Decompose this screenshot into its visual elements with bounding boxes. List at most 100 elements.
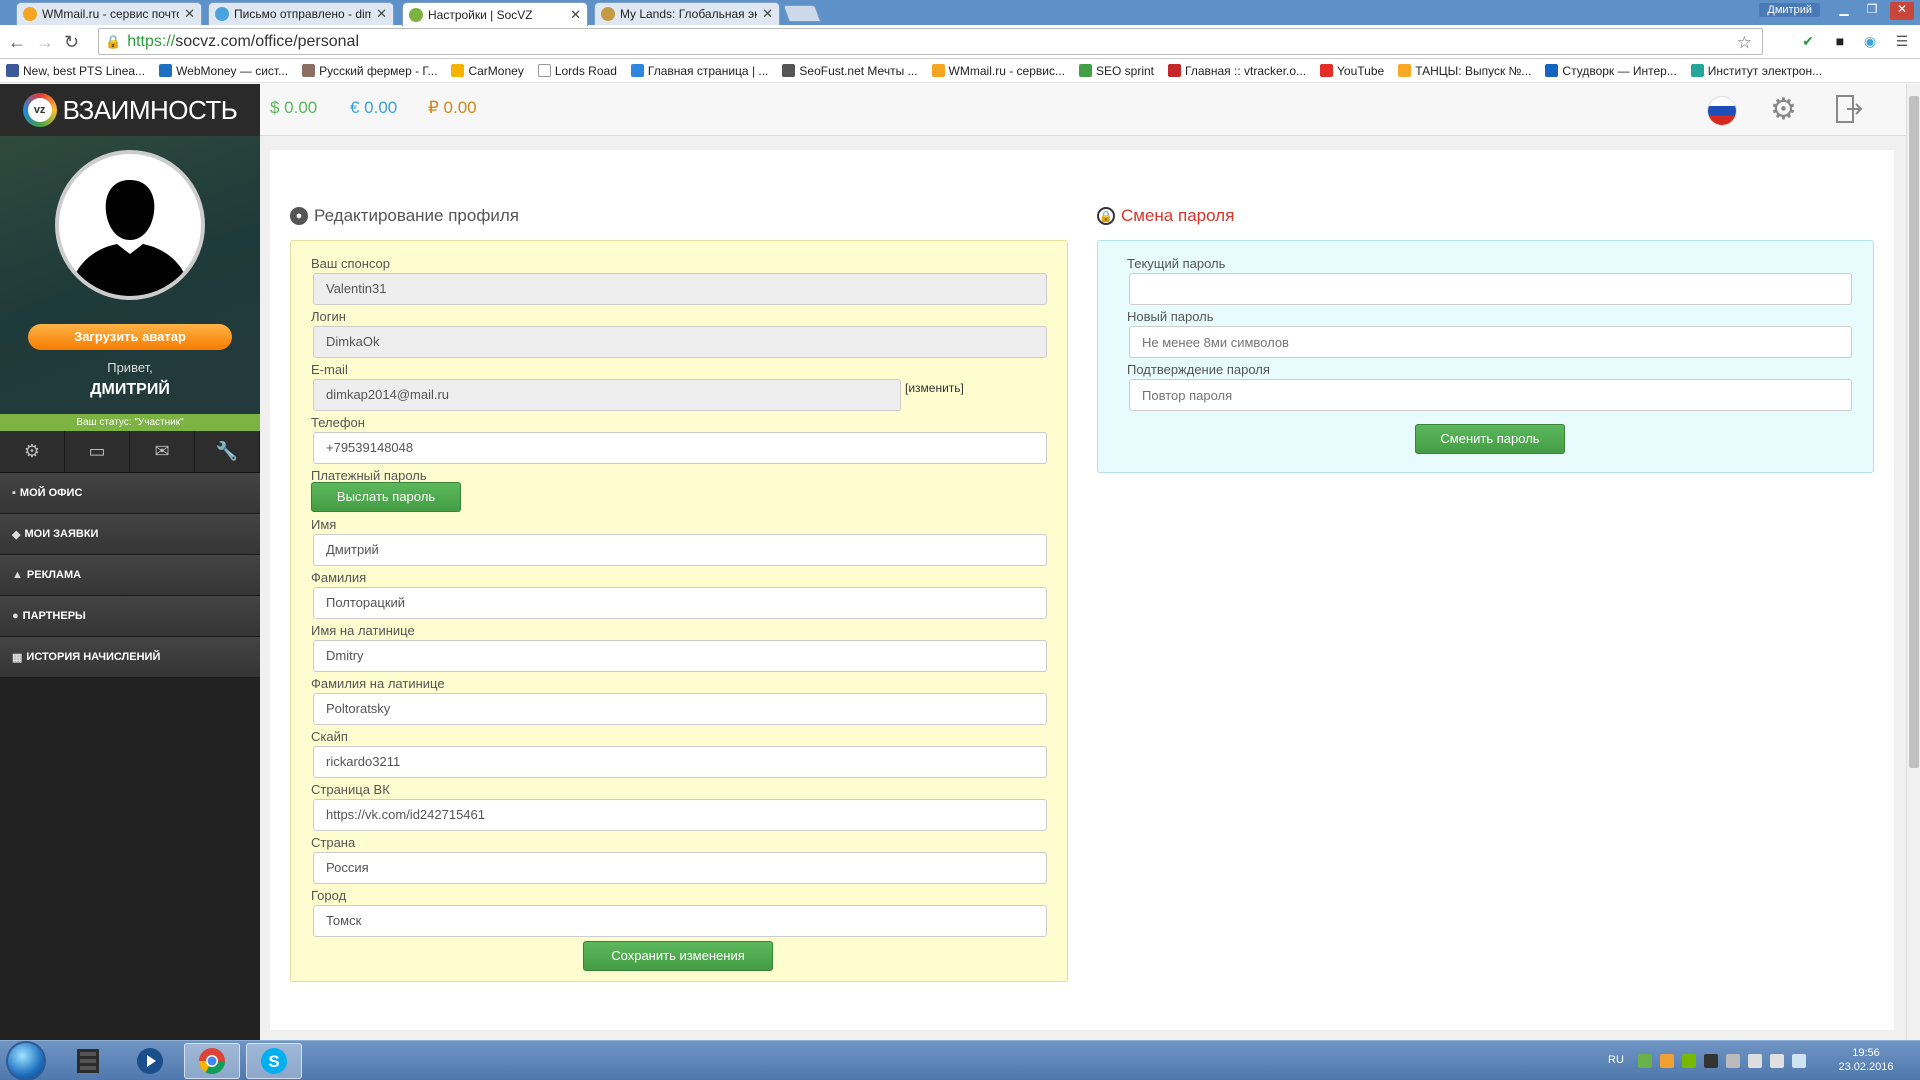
sidebar-item-ads[interactable]: ▲ РЕКЛАМА — [0, 555, 260, 596]
windows-start-icon[interactable] — [8, 1043, 44, 1079]
tray-nvidia-icon[interactable] — [1682, 1054, 1696, 1068]
taskbar-app-files[interactable] — [60, 1043, 116, 1079]
new-tab-button[interactable] — [782, 5, 822, 22]
surname-field[interactable]: Полторацкий — [313, 587, 1047, 619]
browser-tab-socvz[interactable]: Настройки | SocVZ ✕ — [402, 2, 588, 26]
bookmark-favicon-icon — [1078, 64, 1092, 77]
logout-icon[interactable] — [1835, 94, 1863, 124]
password-title-text: Смена пароля — [1121, 206, 1235, 225]
bookmark-item[interactable]: Студворк — Интер... — [1545, 63, 1677, 78]
tray-signal-icon[interactable] — [1792, 1054, 1806, 1068]
name-latin-field[interactable]: Dmitry — [313, 640, 1047, 672]
language-indicator[interactable]: RU — [1608, 1054, 1624, 1066]
bookmark-label: Институт электрон... — [1707, 63, 1823, 78]
payment-password-label: Платежный пароль — [311, 468, 427, 483]
site-logo[interactable]: vz ВЗАИМНОСТЬ — [0, 84, 260, 136]
country-field[interactable]: Россия — [313, 852, 1047, 884]
skype-field[interactable]: rickardo3211 — [313, 746, 1047, 778]
bookmark-item[interactable]: Русский фермер - Г... — [302, 64, 437, 78]
bookmark-favicon-icon — [537, 64, 551, 77]
wrench-icon[interactable]: 🔧 — [195, 431, 260, 472]
phone-field[interactable]: +79539148048 — [313, 432, 1047, 464]
browser-tab-mail-sent[interactable]: Письмо отправлено - dim ✕ — [208, 2, 394, 25]
bookmark-item[interactable]: Lords Road — [537, 64, 617, 78]
close-tab-icon[interactable]: ✕ — [376, 6, 387, 22]
browser-toolbar: ← → ↻ 🔒 https:// socvz.com/office/person… — [0, 25, 1920, 59]
settings-gear-icon[interactable]: ⚙ — [1770, 92, 1797, 127]
tray-display-icon[interactable] — [1770, 1054, 1784, 1068]
bookmark-item[interactable]: Главная страница | ... — [630, 64, 768, 78]
surname-latin-field[interactable]: Poltoratsky — [313, 693, 1047, 725]
card-icon[interactable]: ▭ — [65, 431, 130, 472]
close-tab-icon[interactable]: ✕ — [570, 7, 581, 23]
upload-avatar-button[interactable]: Загрузить аватар — [28, 324, 232, 350]
sidebar-item-partners[interactable]: ● ПАРТНЕРЫ — [0, 596, 260, 637]
extension-box-icon[interactable]: ■ — [1830, 33, 1850, 53]
bookmark-item[interactable]: WebMoney — сист... — [159, 64, 288, 78]
scrollbar-thumb[interactable] — [1909, 96, 1919, 768]
extension-drop-icon[interactable]: ◉ — [1860, 33, 1880, 53]
taskbar-app-media-player[interactable] — [122, 1043, 178, 1079]
bookmark-item[interactable]: WMmail.ru - сервис... — [931, 64, 1065, 78]
new-password-label: Новый пароль — [1127, 309, 1214, 324]
bookmark-item[interactable]: ТАНЦЫ: Выпуск №... — [1398, 64, 1531, 78]
minimize-icon[interactable]: ▁ — [1832, 2, 1856, 20]
save-changes-button[interactable]: Сохранить изменения — [583, 941, 773, 971]
phone-label: Телефон — [311, 415, 365, 430]
change-email-link[interactable]: [изменить] — [905, 381, 964, 395]
mail-icon[interactable]: ✉ — [130, 431, 195, 472]
back-arrow-icon[interactable]: ← — [8, 32, 26, 53]
taskbar-app-skype[interactable]: S — [246, 1043, 302, 1079]
tray-network-icon[interactable] — [1704, 1054, 1718, 1068]
tray-shield-icon[interactable] — [1638, 1054, 1652, 1068]
page-scrollbar[interactable] — [1906, 84, 1920, 1040]
tray-keyboard-icon[interactable] — [1748, 1054, 1762, 1068]
city-field[interactable]: Томск — [313, 905, 1047, 937]
bookmark-item[interactable]: Институт электрон... — [1690, 63, 1823, 78]
restore-icon[interactable]: ❐ — [1860, 2, 1884, 20]
sidebar-item-label: МОЙ ОФИС — [19, 487, 83, 499]
bookmark-label: YouTube — [1337, 63, 1385, 78]
tray-usb-icon[interactable] — [1726, 1054, 1740, 1068]
bookmark-item[interactable]: SeoFust.net Мечты ... — [782, 64, 918, 78]
bookmark-item[interactable]: CarMoney — [451, 64, 524, 78]
name-field[interactable]: Дмитрий — [313, 534, 1047, 566]
reload-icon[interactable]: ↻ — [64, 32, 79, 53]
confirm-password-input[interactable] — [1129, 379, 1852, 411]
bookmark-item[interactable]: Главная :: vtracker.o... — [1168, 64, 1306, 78]
change-password-button[interactable]: Сменить пароль — [1415, 424, 1565, 454]
browser-tab-mylands[interactable]: My Lands: Глобальная экс ✕ — [594, 2, 780, 25]
close-window-icon[interactable]: ✕ — [1890, 2, 1914, 20]
send-password-button[interactable]: Выслать пароль — [311, 482, 461, 512]
logo-badge-text: vz — [27, 98, 52, 122]
browser-tab-wmmail[interactable]: WMmail.ru - сервис почто ✕ — [16, 2, 202, 25]
clock-date: 23.02.2016 — [1838, 1061, 1894, 1073]
new-password-input[interactable] — [1129, 326, 1852, 358]
tray-update-icon[interactable] — [1660, 1054, 1674, 1068]
vk-field[interactable]: https://vk.com/id242715461 — [313, 799, 1047, 831]
window-profile-user[interactable]: Дмитрий — [1759, 3, 1820, 17]
bookmark-star-icon[interactable]: ☆ — [1737, 33, 1752, 53]
sidebar-item-my-office[interactable]: ▪ МОЙ ОФИС — [0, 473, 260, 514]
current-password-input[interactable] — [1129, 273, 1852, 305]
menu-hamburger-icon[interactable]: ☰ — [1892, 33, 1912, 53]
close-tab-icon[interactable]: ✕ — [762, 6, 773, 22]
bookmark-item[interactable]: SEO sprint — [1078, 64, 1154, 78]
sidebar-item-history[interactable]: ▦ ИСТОРИЯ НАЧИСЛЕНИЙ — [0, 637, 260, 678]
russian-flag-icon[interactable] — [1708, 97, 1736, 125]
bookmark-label: Русский фермер - Г... — [319, 63, 438, 78]
taskbar-app-chrome[interactable] — [184, 1043, 240, 1079]
sidebar-item-my-requests[interactable]: ◆ МОИ ЗАЯВКИ — [0, 514, 260, 555]
bookmark-item[interactable]: YouTube — [1320, 64, 1384, 78]
user-icon: ● — [290, 207, 308, 225]
extension-shield-icon[interactable]: ✔ — [1798, 33, 1818, 53]
bookmark-label: Студворк — Интер... — [1562, 63, 1677, 78]
forward-arrow-icon[interactable]: → — [36, 32, 54, 53]
system-clock[interactable]: 19:56 23.02.2016 — [1836, 1046, 1896, 1074]
bookmark-item[interactable]: New, best PTS Linea... — [6, 64, 145, 78]
address-bar[interactable]: 🔒 https:// socvz.com/office/personal ☆ — [98, 28, 1763, 55]
mylands-favicon-icon — [601, 7, 615, 21]
close-tab-icon[interactable]: ✕ — [184, 6, 195, 22]
gear-icon[interactable]: ⚙ — [0, 431, 65, 472]
media-player-icon — [137, 1048, 163, 1074]
